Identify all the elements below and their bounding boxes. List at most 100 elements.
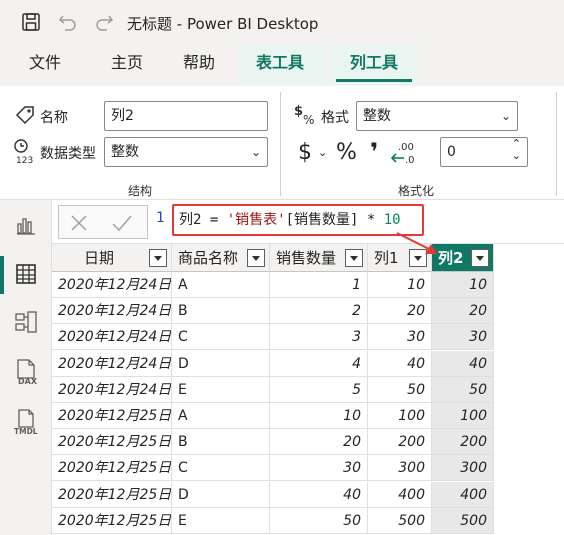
cell-col1[interactable]: 20	[368, 298, 432, 325]
decimal-places-stepper[interactable]: 0 ⌃ ⌄	[440, 137, 528, 167]
save-icon[interactable]	[20, 11, 42, 33]
cell-date[interactable]: 2020年12月25日	[52, 455, 172, 482]
tmdl-view-button[interactable]: TMDL	[0, 396, 52, 446]
cell-date[interactable]: 2020年12月25日	[52, 481, 172, 508]
table-row[interactable]: 2020年12月25日 B 20 200 200	[52, 429, 564, 456]
filter-dropdown-icon[interactable]	[247, 249, 265, 267]
table-row[interactable]: 2020年12月25日 D 40 400 400	[52, 481, 564, 508]
redo-icon[interactable]	[93, 11, 115, 33]
cancel-icon[interactable]	[69, 213, 89, 233]
svg-text:DAX: DAX	[18, 377, 38, 386]
column-header-quantity[interactable]: 销售数量	[270, 244, 368, 272]
cell-date[interactable]: 2020年12月24日	[52, 376, 172, 403]
filter-dropdown-icon[interactable]	[149, 249, 167, 267]
cell-col1[interactable]: 50	[368, 376, 432, 403]
cell-product[interactable]: D	[172, 481, 270, 508]
cell-quantity[interactable]: 2	[270, 298, 368, 325]
column-header-date[interactable]: 日期	[52, 244, 172, 272]
cell-col2[interactable]: 30	[432, 324, 494, 351]
table-icon	[16, 264, 36, 284]
cell-quantity[interactable]: 1	[270, 272, 368, 298]
undo-icon[interactable]	[57, 11, 79, 33]
cell-col2[interactable]: 400	[432, 481, 494, 508]
cell-date[interactable]: 2020年12月24日	[52, 272, 172, 298]
tab-table-tools[interactable]: 表工具	[236, 44, 324, 86]
filter-dropdown-icon[interactable]	[345, 249, 363, 267]
cell-col1[interactable]: 300	[368, 455, 432, 482]
cell-product[interactable]: E	[172, 376, 270, 403]
commit-icon[interactable]	[111, 213, 133, 233]
cell-col1[interactable]: 100	[368, 403, 432, 429]
cell-product[interactable]: D	[172, 350, 270, 377]
cell-col1[interactable]: 30	[368, 324, 432, 351]
table-row[interactable]: 2020年12月25日 A 10 100 100	[52, 403, 564, 429]
column-header-product[interactable]: 商品名称	[172, 244, 270, 272]
decrease-decimal-icon[interactable]: .00 .0	[390, 140, 416, 166]
table-row[interactable]: 2020年12月24日 A 1 10 10	[52, 272, 564, 298]
cell-quantity[interactable]: 3	[270, 324, 368, 351]
cell-date[interactable]: 2020年12月24日	[52, 324, 172, 351]
filter-dropdown-icon[interactable]	[471, 249, 489, 267]
chevron-down-icon[interactable]: ⌄	[512, 142, 521, 170]
model-view-button[interactable]	[0, 298, 52, 348]
report-view-button[interactable]	[0, 200, 52, 250]
table-row[interactable]: 2020年12月24日 C 3 30 30	[52, 324, 564, 351]
formula-input[interactable]: 列2 = '销售表'[销售数量] * 10	[172, 204, 424, 236]
data-type-value: 整数	[111, 144, 139, 160]
cell-col1[interactable]: 400	[368, 481, 432, 508]
table-view-button[interactable]	[0, 248, 52, 298]
cell-col2[interactable]: 300	[432, 455, 494, 482]
cell-col2[interactable]: 10	[432, 272, 494, 298]
table-row[interactable]: 2020年12月25日 E 50 500 500	[52, 507, 564, 534]
cell-col2[interactable]: 50	[432, 376, 494, 403]
model-icon	[15, 311, 37, 333]
cell-product[interactable]: A	[172, 403, 270, 429]
cell-quantity[interactable]: 20	[270, 429, 368, 456]
cell-quantity[interactable]: 30	[270, 455, 368, 482]
tab-column-tools[interactable]: 列工具	[330, 44, 418, 86]
cell-col1[interactable]: 40	[368, 350, 432, 377]
cell-col1[interactable]: 10	[368, 272, 432, 298]
data-type-dropdown[interactable]: 整数 ⌄	[104, 137, 268, 167]
svg-text:TMDL: TMDL	[14, 427, 38, 436]
format-dropdown[interactable]: 整数 ⌄	[356, 101, 518, 131]
cell-product[interactable]: A	[172, 272, 270, 298]
cell-quantity[interactable]: 10	[270, 403, 368, 429]
table-row[interactable]: 2020年12月24日 B 2 20 20	[52, 298, 564, 325]
tab-help[interactable]: 帮助	[168, 44, 230, 86]
name-field[interactable]: 列2	[104, 101, 268, 131]
format-icon: $ %	[294, 104, 314, 126]
cell-quantity[interactable]: 40	[270, 481, 368, 508]
cell-product[interactable]: B	[172, 298, 270, 325]
cell-date[interactable]: 2020年12月24日	[52, 350, 172, 377]
title-bar: 无标题 - Power BI Desktop	[0, 0, 564, 44]
cell-col1[interactable]: 500	[368, 507, 432, 534]
cell-quantity[interactable]: 50	[270, 507, 368, 534]
cell-product[interactable]: C	[172, 324, 270, 351]
table-row[interactable]: 2020年12月24日 D 4 40 40	[52, 350, 564, 377]
cell-date[interactable]: 2020年12月25日	[52, 429, 172, 456]
tab-home[interactable]: 主页	[96, 44, 158, 86]
cell-col2[interactable]: 200	[432, 429, 494, 456]
cell-col2[interactable]: 500	[432, 507, 494, 534]
cell-product[interactable]: B	[172, 429, 270, 456]
cell-quantity[interactable]: 5	[270, 376, 368, 403]
tab-file[interactable]: 文件	[14, 44, 76, 86]
comma-button[interactable]: ❜	[370, 138, 378, 166]
cell-date[interactable]: 2020年12月24日	[52, 298, 172, 325]
table-row[interactable]: 2020年12月25日 C 30 300 300	[52, 455, 564, 482]
table-row[interactable]: 2020年12月24日 E 5 50 50	[52, 376, 564, 403]
chevron-down-icon[interactable]: ⌄	[318, 146, 327, 159]
percent-button[interactable]: %	[336, 140, 357, 165]
cell-quantity[interactable]: 4	[270, 350, 368, 377]
cell-col1[interactable]: 200	[368, 429, 432, 456]
currency-button[interactable]: $	[298, 140, 312, 165]
cell-date[interactable]: 2020年12月25日	[52, 507, 172, 534]
cell-product[interactable]: C	[172, 455, 270, 482]
cell-product[interactable]: E	[172, 507, 270, 534]
cell-col2[interactable]: 40	[432, 350, 494, 377]
cell-col2[interactable]: 20	[432, 298, 494, 325]
cell-date[interactable]: 2020年12月25日	[52, 403, 172, 429]
cell-col2[interactable]: 100	[432, 403, 494, 429]
dax-query-view-button[interactable]: DAX	[0, 346, 52, 396]
